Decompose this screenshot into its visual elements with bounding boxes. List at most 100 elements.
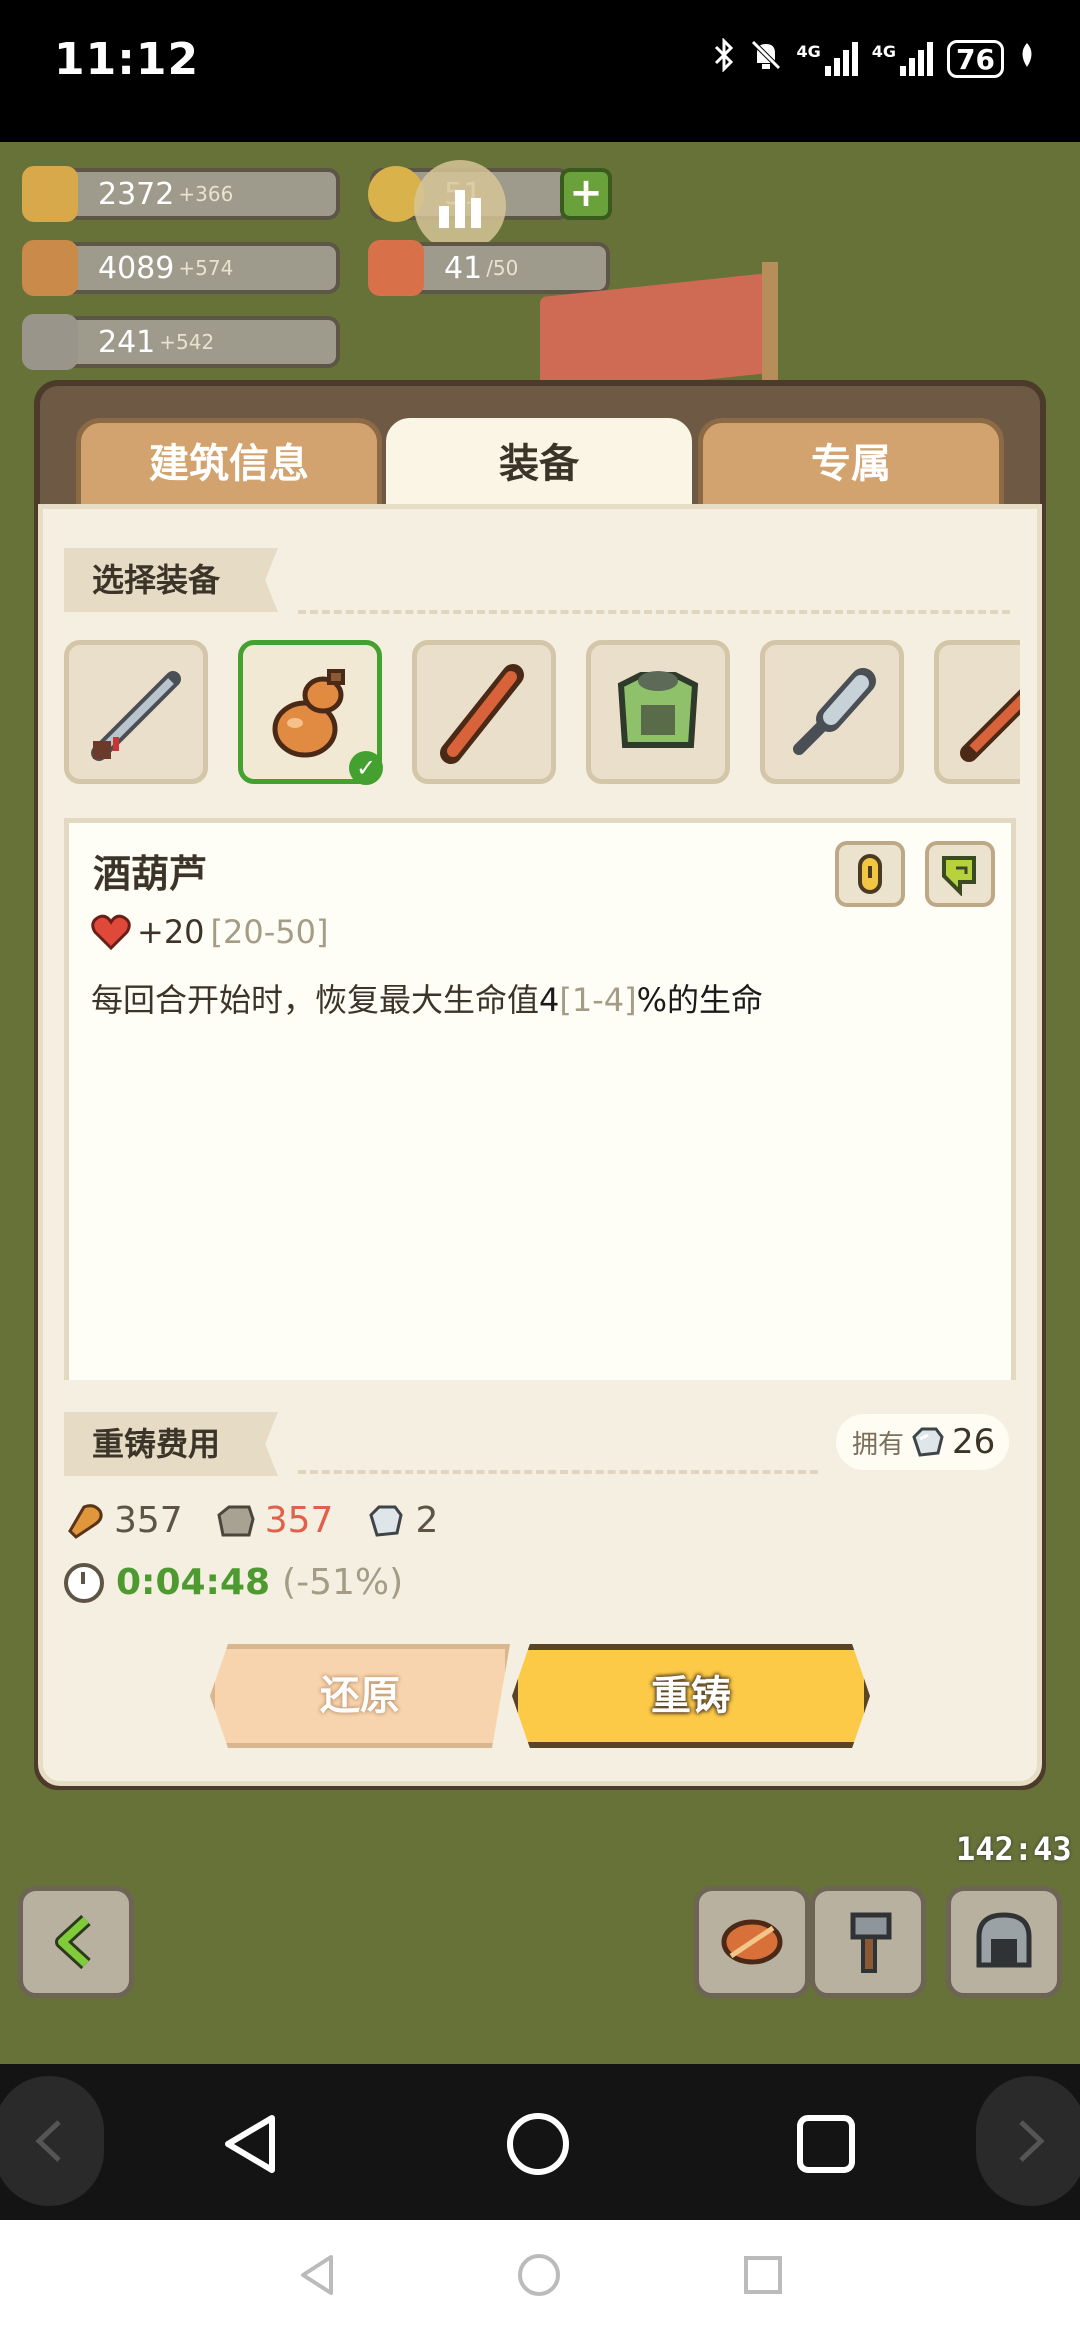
- hammer-icon: [850, 1912, 892, 1973]
- owned-value: 26: [952, 1422, 996, 1462]
- equipment-list[interactable]: ✓: [60, 630, 1020, 800]
- triangle-back-icon: [225, 2115, 275, 2173]
- meat-icon: [68, 1503, 103, 1539]
- wood-rate: +366: [178, 182, 234, 206]
- equipment-slot-mace[interactable]: [760, 640, 904, 784]
- gift-max: /50: [486, 256, 519, 280]
- selected-check-icon: ✓: [349, 751, 383, 785]
- nav-recents-button[interactable]: [786, 2104, 866, 2184]
- back-button[interactable]: [18, 1886, 134, 1998]
- meat-icon: [721, 1919, 783, 1965]
- cost-meat-value: 357: [114, 1500, 183, 1541]
- tab-equipment[interactable]: 装备: [386, 418, 692, 518]
- game-timer: 142:43: [956, 1830, 1072, 1868]
- divider: [298, 610, 1010, 614]
- square-recents-icon: [797, 2115, 855, 2173]
- restore-button[interactable]: 还原: [210, 1644, 510, 1748]
- blade-icon: [960, 689, 1020, 762]
- chevron-left-icon: [55, 1914, 91, 1970]
- club-icon: [440, 664, 524, 764]
- desc-range: [1-4]: [559, 981, 637, 1019]
- reforge-button[interactable]: 重铸: [512, 1644, 870, 1748]
- network-2-label: 4G: [871, 42, 897, 61]
- build-button[interactable]: [810, 1886, 926, 1998]
- equipment-slot-gourd[interactable]: ✓: [238, 640, 383, 785]
- cost-gem-value: 2: [415, 1500, 439, 1541]
- equipment-slot-club[interactable]: [412, 640, 556, 784]
- divider: [298, 1470, 818, 1474]
- meat-rate: +574: [178, 256, 234, 280]
- reforge-cost-title: 重铸费用: [64, 1412, 278, 1476]
- cost-meat: 357: [64, 1500, 183, 1541]
- hero-button[interactable]: [946, 1886, 1062, 1998]
- nav-home-button[interactable]: [498, 2104, 578, 2184]
- item-description: 每回合开始时，恢复最大生命值4[1-4]%的生命: [91, 975, 763, 1021]
- desc-suffix: %的生命: [636, 981, 764, 1019]
- status-icons: 4G 4G 76: [713, 37, 1037, 80]
- wood-icon: [22, 166, 78, 222]
- armor-icon: [617, 671, 699, 748]
- item-name: 酒葫芦: [93, 852, 208, 896]
- navigation-bar: [0, 2064, 1080, 2220]
- equipment-slot-sword[interactable]: [64, 640, 208, 784]
- cost-stone: 357: [215, 1500, 333, 1541]
- gift-bar: 41 /50: [368, 240, 610, 296]
- status-bar: 11:12 4G 4G 76: [0, 0, 1080, 142]
- resource-bar-meat: 4089 +574: [22, 240, 340, 296]
- chevron-right-icon: [1019, 2120, 1045, 2162]
- item-detail-card: 酒葫芦 +20 [20-50] 每回合开始时，恢复最大生命值4[1-4]%的生命: [64, 818, 1016, 1380]
- meat-value: 4089: [98, 250, 175, 286]
- equipment-slot-armor[interactable]: [586, 640, 730, 784]
- chevron-left-icon: [35, 2120, 61, 2162]
- exchange-icon: [942, 856, 976, 896]
- lock-button[interactable]: [835, 841, 905, 907]
- stats-button[interactable]: [414, 160, 506, 252]
- stone-icon: [22, 314, 78, 370]
- tab-building-info[interactable]: 建筑信息: [76, 418, 382, 510]
- lock-icon: [858, 854, 882, 894]
- nav-next-button[interactable]: [976, 2076, 1080, 2206]
- cost-gem: 2: [365, 1500, 438, 1541]
- food-button[interactable]: [694, 1886, 810, 1998]
- gift-icon: [368, 240, 424, 296]
- heart-icon: [91, 914, 131, 950]
- owned-gems: 拥有 26: [836, 1414, 1010, 1470]
- system-navigation-bar: [0, 2220, 1080, 2331]
- circle-home-icon: [518, 2254, 560, 2296]
- mace-icon: [793, 668, 876, 755]
- item-stat: +20 [20-50]: [91, 913, 328, 951]
- system-home-button[interactable]: [514, 2250, 564, 2300]
- bluetooth-icon: [713, 37, 735, 80]
- signal-2-icon: 4G: [871, 42, 934, 76]
- desc-value: 4: [539, 981, 560, 1019]
- time-discount: (-51%): [282, 1562, 404, 1603]
- select-equipment-title: 选择装备: [64, 548, 278, 612]
- system-back-button[interactable]: [292, 2250, 342, 2300]
- nav-prev-button[interactable]: [0, 2076, 104, 2206]
- clock-time: 11:12: [54, 34, 200, 85]
- equipment-slot-blade[interactable]: [934, 640, 1020, 784]
- stone-icon: [217, 1505, 255, 1536]
- network-1-label: 4G: [796, 42, 821, 61]
- desc-prefix: 每回合开始时，恢复最大生命值: [91, 981, 540, 1019]
- gift-value: 41: [444, 250, 483, 286]
- gem-icon: [912, 1427, 944, 1457]
- stat-value: +20: [137, 913, 205, 951]
- leaf-icon: [1018, 41, 1036, 77]
- helmet-icon: [976, 1912, 1032, 1968]
- signal-1-icon: 4G: [797, 42, 858, 76]
- mute-bell-icon: [749, 38, 783, 80]
- nav-back-button[interactable]: [210, 2104, 290, 2184]
- triangle-back-icon: [301, 2255, 333, 2295]
- owned-label: 拥有: [852, 1429, 905, 1460]
- stone-value: 241: [98, 324, 156, 360]
- tab-exclusive[interactable]: 专属: [698, 418, 1004, 510]
- system-recents-button[interactable]: [738, 2250, 788, 2300]
- exchange-button[interactable]: [925, 841, 995, 907]
- add-coin-button[interactable]: +: [560, 168, 612, 220]
- battery-indicator: 76: [947, 40, 1004, 78]
- reforge-time: 0:04:48 (-51%): [64, 1562, 403, 1603]
- wood-value: 2372: [98, 176, 175, 212]
- sword-icon: [91, 671, 181, 761]
- cost-list: 357 357 2: [64, 1500, 456, 1541]
